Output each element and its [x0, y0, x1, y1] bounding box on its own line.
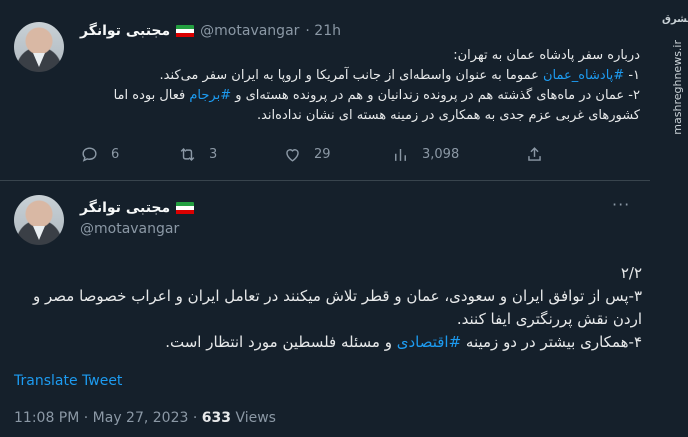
iran-flag-icon — [176, 24, 195, 38]
user-handle[interactable]: @motavangar — [80, 221, 179, 237]
line4-rest: و مسئله فلسطین مورد انتظار است. — [165, 333, 397, 351]
tweet-time[interactable]: · 21h — [305, 23, 341, 39]
share-icon — [528, 147, 541, 161]
avatar[interactable] — [14, 195, 64, 245]
line2-rest: عموما به عنوان واسطه‌ای از جانب آمریکا و… — [159, 68, 543, 83]
hashtag-link[interactable]: #برجام — [189, 88, 231, 103]
mashregh-logo: مشرق — [662, 14, 688, 25]
retweet-count: 3 — [209, 147, 218, 162]
tweet1-header: مجتبی توانگر @motavangar · 21h — [80, 23, 341, 39]
views-button[interactable]: 3,098 — [391, 145, 459, 164]
tweet-timestamp[interactable]: 11:08 PM · May 27, 2023 · — [14, 410, 202, 426]
tweet1-line2: ۱- #پادشاه_عمان عموما به عنوان واسطه‌ای … — [80, 66, 640, 86]
tweet2-handle-row: @motavangar — [80, 221, 179, 237]
analytics-icon — [395, 148, 406, 161]
tweet-actions: 6 3 29 3,098 — [80, 145, 560, 169]
tweet1-body: درباره سفر پادشاه عمان به تهران: ۱- #پاد… — [80, 46, 640, 126]
line3-prefix: ۲- عمان در ماه‌های گذشته هم در پرونده زن… — [231, 88, 640, 103]
iran-flag-icon — [176, 201, 195, 215]
tweet1-line1: درباره سفر پادشاه عمان به تهران: — [453, 48, 640, 63]
reply-icon — [82, 147, 97, 162]
tweet2-body: ۲/۲ ۳-پس از توافق ایران و سعودی، عمان و … — [14, 262, 642, 354]
retweet-icon — [180, 147, 195, 162]
tweet2-header: مجتبی توانگر — [80, 200, 195, 216]
translate-tweet-link[interactable]: Translate Tweet — [14, 373, 122, 389]
tweet-divider — [0, 180, 650, 181]
line2-prefix: ۱- — [624, 68, 640, 83]
tweet2-line1: ۲/۲ — [620, 264, 642, 282]
views-label: Views — [231, 410, 276, 426]
share-button[interactable] — [525, 145, 544, 164]
views-count: 3,098 — [422, 147, 460, 162]
line4-prefix: ۴-همکاری بیشتر در دو زمینه — [461, 333, 642, 351]
heart-icon — [286, 149, 299, 162]
tweet1-line4: کشورهای غربی عزم جدی به همکاری در زمینه … — [256, 108, 640, 123]
hashtag-link[interactable]: #اقتصادی — [397, 333, 461, 351]
display-name[interactable]: مجتبی توانگر — [80, 200, 170, 216]
tweet1-line3: ۲- عمان در ماه‌های گذشته هم در پرونده زن… — [80, 86, 640, 106]
watermark-text: mashreghnews.ir — [671, 40, 684, 135]
line3-rest: فعال بوده اما — [113, 88, 190, 103]
retweet-button[interactable]: 3 — [178, 145, 217, 164]
like-button[interactable]: 29 — [283, 145, 331, 164]
like-count: 29 — [314, 147, 331, 162]
user-handle[interactable]: @motavangar — [200, 23, 299, 39]
tweet2-line4: ۴-همکاری بیشتر در دو زمینه #اقتصادی و مس… — [14, 331, 642, 354]
display-name[interactable]: مجتبی توانگر — [80, 23, 170, 39]
reply-button[interactable]: 6 — [80, 145, 119, 164]
avatar[interactable] — [14, 22, 64, 72]
views-number: 633 — [201, 410, 231, 426]
more-options-icon[interactable]: ··· — [612, 195, 630, 214]
hashtag-link[interactable]: #پادشاه_عمان — [543, 68, 624, 83]
tweet-meta: 11:08 PM · May 27, 2023 · 633 Views — [14, 410, 276, 426]
tweet2-line3: اردن نقش پررنگتری ایفا کنند. — [456, 310, 642, 328]
tweet2-line2: ۳-پس از توافق ایران و سعودی، عمان و قطر … — [33, 287, 642, 305]
reply-count: 6 — [111, 147, 120, 162]
